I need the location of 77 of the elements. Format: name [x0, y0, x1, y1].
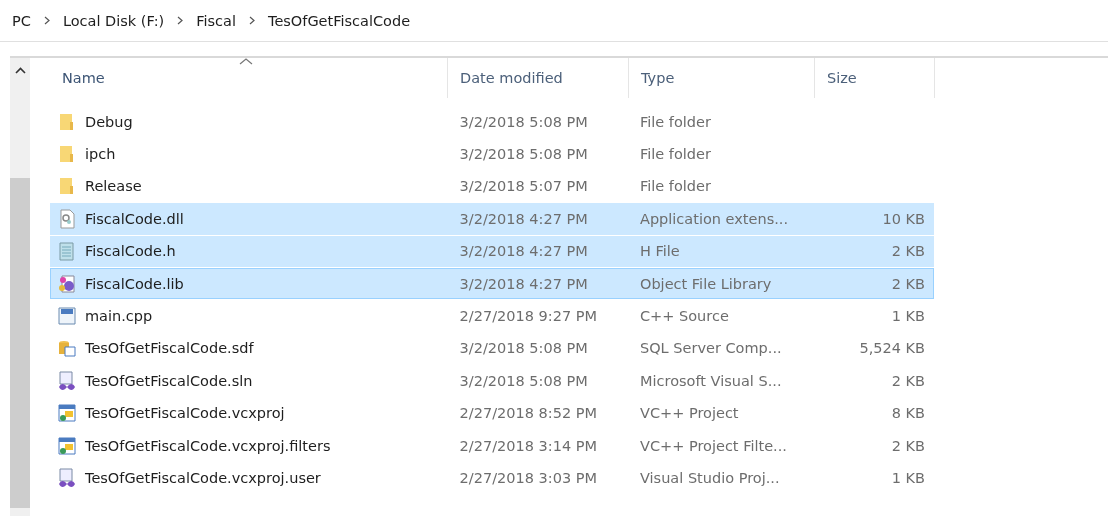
size-cell: 2 KB — [891, 243, 925, 260]
date-cell-text: 3/2/2018 5:08 PM — [458, 112, 589, 132]
file-row[interactable]: TesOfGetFiscalCode.vcxproj 2/27/2018 8:52 PM VC++ Project 8 KB — [50, 397, 934, 429]
type-cell-text: H File — [639, 242, 681, 262]
type-cell-text: Microsoft Visual S... — [639, 371, 783, 391]
breadcrumb-item[interactable]: TesOfGetFiscalCode — [268, 12, 411, 29]
type-cell-text: SQL Server Comp... — [639, 339, 783, 359]
file-name: FiscalCode.h — [85, 243, 176, 260]
column-header[interactable]: Size — [815, 58, 935, 98]
chevron-icon — [249, 16, 255, 25]
file-row[interactable]: FiscalCode.dll 3/2/2018 4:27 PM Application extens... 10 KB — [50, 203, 934, 235]
size-cell: 8 KB — [891, 405, 925, 422]
chevron-icon — [177, 16, 184, 25]
date-cell-text: 3/2/2018 4:27 PM — [458, 274, 589, 294]
file-row[interactable]: TesOfGetFiscalCode.sln 3/2/2018 5:08 PM Microsoft Visual S... 2 KB — [50, 365, 934, 397]
document-icon — [57, 306, 77, 327]
file-name: TesOfGetFiscalCode.vcxproj — [85, 405, 285, 422]
file-row[interactable]: Release 3/2/2018 5:07 PM File folder — [50, 170, 934, 203]
notepad-icon — [57, 241, 77, 262]
file-row[interactable]: TesOfGetFiscalCode.sdf 3/2/2018 5:08 PM SQL Server Comp... 5,524 KB — [50, 332, 934, 365]
file-name: TesOfGetFiscalCode.sln — [85, 372, 253, 389]
size-cell: 2 KB — [891, 437, 925, 454]
date-cell-text: 3/2/2018 5:08 PM — [458, 371, 589, 391]
database-icon — [57, 338, 77, 359]
size-cell: 5,524 KB — [859, 340, 925, 357]
file-name: TesOfGetFiscalCode.vcxproj.filters — [85, 437, 331, 454]
date-cell-text: 3/2/2018 4:27 PM — [458, 209, 589, 229]
date-cell-text: 2/27/2018 3:14 PM — [458, 436, 598, 456]
file-row[interactable]: ipch 3/2/2018 5:08 PM File folder — [50, 138, 934, 170]
date-cell-text: 2/27/2018 9:27 PM — [458, 307, 598, 327]
scrollbar[interactable] — [10, 58, 30, 516]
file-name: Debug — [85, 113, 133, 130]
scroll-up-icon[interactable] — [14, 67, 26, 74]
project-icon — [57, 435, 77, 456]
date-cell-text: 3/2/2018 5:07 PM — [458, 177, 589, 197]
type-cell-text: File folder — [639, 112, 712, 132]
type-cell-text: VC++ Project Filte... — [639, 436, 788, 456]
size-cell: 1 KB — [891, 470, 925, 486]
type-cell-text: Visual Studio Proj... — [639, 469, 781, 488]
type-cell-text: Application extens... — [639, 209, 790, 229]
type-cell-text: C++ Source — [639, 307, 730, 327]
file-row[interactable]: FiscalCode.h 3/2/2018 4:27 PM H File 2 KB — [50, 235, 934, 267]
sort-caret-icon — [239, 58, 253, 65]
date-cell-text: 2/27/2018 8:52 PM — [458, 404, 598, 424]
file-name: main.cpp — [85, 308, 153, 325]
file-row[interactable]: TesOfGetFiscalCode.vcxproj.user 2/27/2018 3:03 PM Visual Studio Proj... 1 KB — [50, 462, 934, 494]
date-cell-text: 3/2/2018 4:27 PM — [458, 242, 589, 262]
size-cell: 2 KB — [891, 372, 925, 389]
file-row[interactable]: Debug 3/2/2018 5:08 PM File folder — [50, 106, 934, 138]
type-cell-text: VC++ Project — [639, 404, 740, 424]
date-cell-text: 3/2/2018 5:08 PM — [458, 339, 589, 359]
breadcrumb-item[interactable]: Fiscal — [196, 12, 236, 29]
column-header[interactable]: Type — [629, 58, 815, 98]
size-cell: 10 KB — [882, 210, 925, 227]
file-name: FiscalCode.dll — [85, 210, 184, 227]
chevron-icon — [43, 16, 50, 25]
breadcrumb-item[interactable]: Local Disk (F:) — [62, 12, 165, 29]
file-name: TesOfGetFiscalCode.sdf — [85, 340, 254, 357]
type-cell-text: File folder — [639, 177, 712, 197]
size-cell: 1 KB — [891, 308, 925, 325]
file-name: Release — [85, 178, 142, 195]
file-row[interactable]: FiscalCode.lib 3/2/2018 4:27 PM Object File Library 2 KB — [50, 267, 934, 300]
file-row[interactable]: main.cpp 2/27/2018 9:27 PM C++ Source 1 KB — [50, 300, 934, 332]
file-name: FiscalCode.lib — [85, 275, 184, 292]
type-cell-text: File folder — [639, 145, 712, 165]
size-cell: 2 KB — [891, 275, 925, 292]
date-cell-text: 3/2/2018 5:08 PM — [458, 145, 589, 165]
file-name: TesOfGetFiscalCode.vcxproj.user — [85, 470, 321, 486]
project-icon — [57, 403, 77, 424]
file-row[interactable]: TesOfGetFiscalCode.vcxproj.filters 2/27/2018 3:14 PM VC++ Project Filte... 2 KB — [50, 429, 934, 462]
date-cell-text: 2/27/2018 3:03 PM — [458, 469, 598, 488]
scroll-thumb[interactable] — [10, 178, 30, 508]
breadcrumb-item[interactable]: PC — [12, 12, 31, 29]
file-name: ipch — [85, 146, 116, 163]
column-header[interactable]: Date modified — [448, 58, 629, 98]
type-cell-text: Object File Library — [639, 274, 773, 294]
column-header[interactable]: Name — [50, 58, 448, 98]
